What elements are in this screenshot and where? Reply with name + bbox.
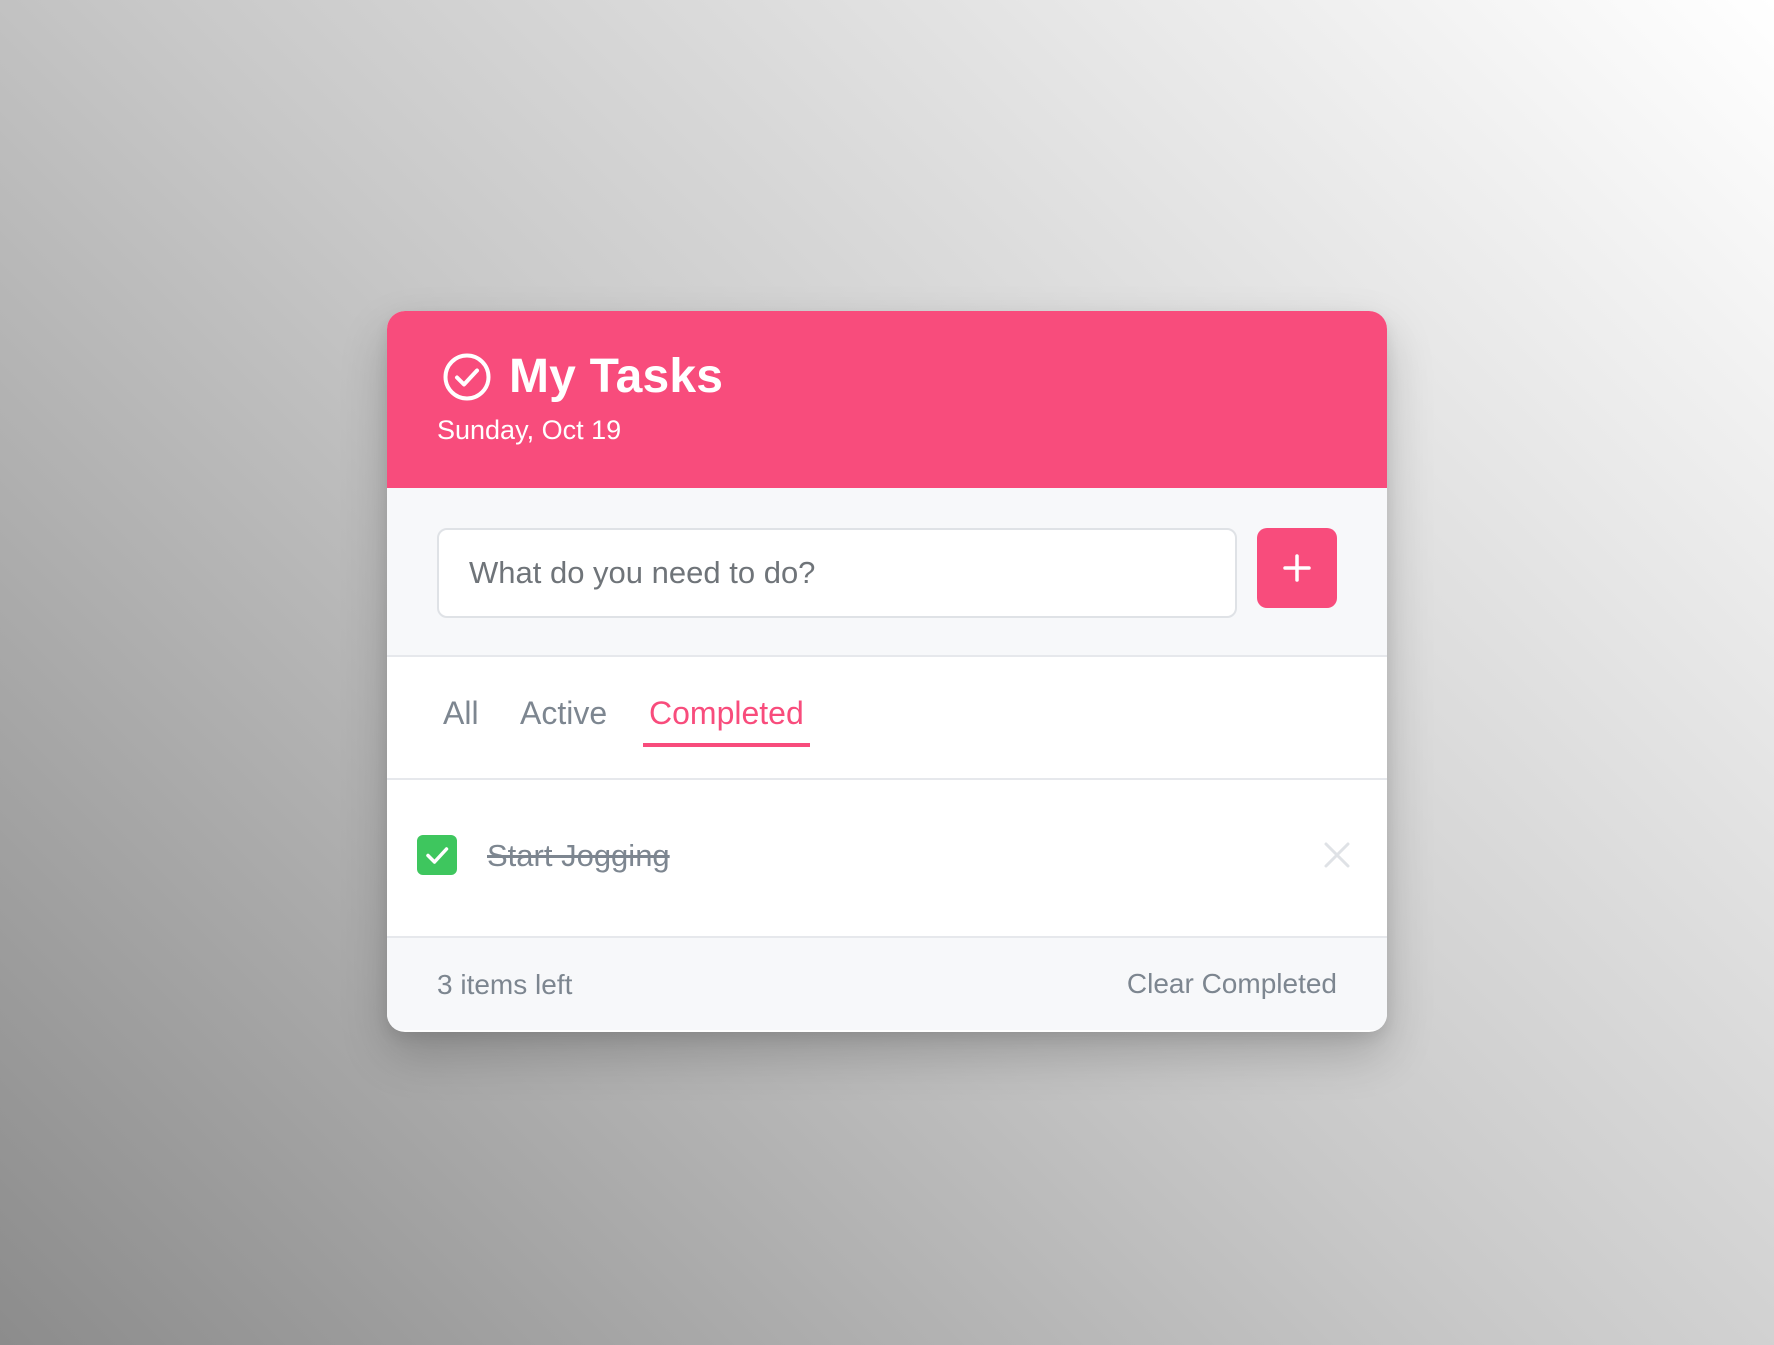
current-date: Sunday, Oct 19 <box>437 415 622 445</box>
plus-icon <box>1283 554 1311 582</box>
items-left-count: 3 items left <box>437 969 573 1000</box>
add-task-button[interactable] <box>1257 528 1337 608</box>
tab-active[interactable]: Active <box>514 693 613 743</box>
card-footer: 3 items left Clear Completed <box>387 938 1387 1030</box>
delete-todo-button[interactable] <box>1322 840 1352 870</box>
clear-completed-button[interactable]: Clear Completed <box>1127 968 1337 1000</box>
todo-card: My Tasks Sunday, Oct 19 All Active Compl… <box>387 311 1387 1032</box>
checkmark-icon <box>426 847 449 864</box>
filter-tabs: All Active Completed <box>387 657 1387 780</box>
todo-list: Start Jogging <box>387 780 1387 938</box>
tab-completed[interactable]: Completed <box>643 693 810 747</box>
todo-checkbox[interactable] <box>417 835 457 875</box>
list-item: Start Jogging <box>387 780 1387 936</box>
page-title: My Tasks <box>509 350 724 403</box>
todo-text: Start Jogging <box>487 838 670 873</box>
new-task-input[interactable] <box>437 528 1237 618</box>
card-header: My Tasks Sunday, Oct 19 <box>387 311 1387 488</box>
check-circle-icon <box>441 351 493 403</box>
close-icon <box>1324 842 1350 868</box>
title-row: My Tasks <box>441 351 723 403</box>
add-task-bar <box>387 488 1387 657</box>
tab-all[interactable]: All <box>437 693 485 743</box>
